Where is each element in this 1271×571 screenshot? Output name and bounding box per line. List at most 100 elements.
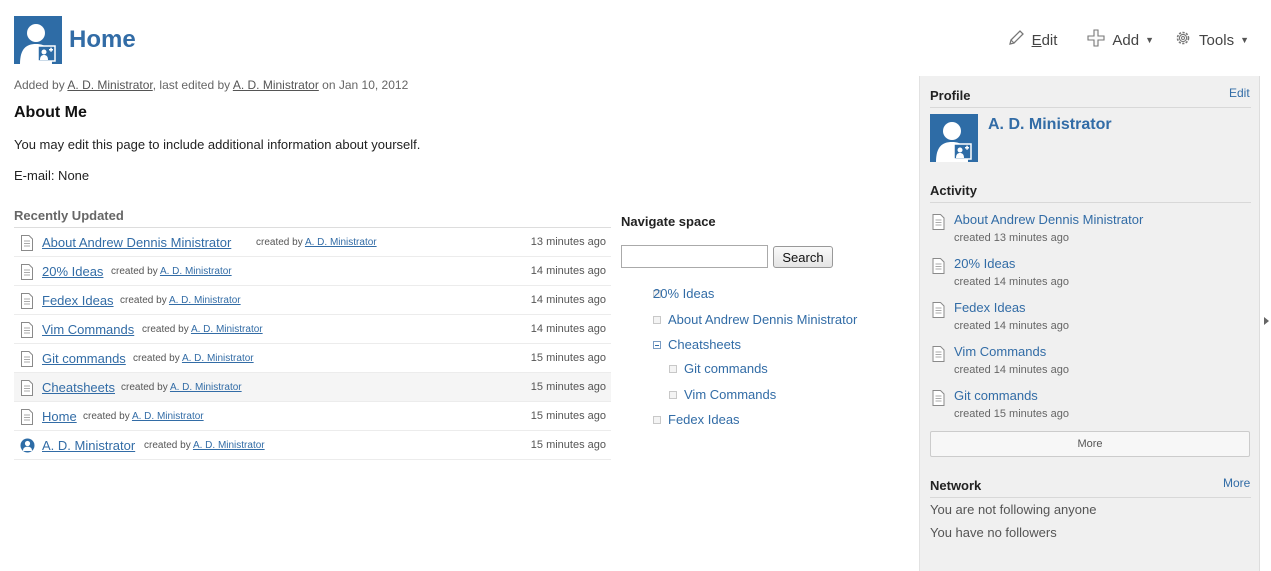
recently-updated-time: 13 minutes ago bbox=[530, 236, 606, 248]
tree-item-link[interactable]: 20% Ideas bbox=[653, 286, 714, 301]
recently-updated-creator: created by A. D. Ministrator bbox=[142, 324, 263, 335]
activity-title-link[interactable]: 20% Ideas bbox=[954, 256, 1015, 271]
recently-updated-row: Vim Commands created by A. D. Ministrator… bbox=[14, 315, 611, 344]
recently-updated-row: A. D. Ministrator created by A. D. Minist… bbox=[14, 431, 611, 460]
tree-item-link[interactable]: Git commands bbox=[684, 361, 768, 376]
recently-updated-title-link[interactable]: 20% Ideas bbox=[42, 264, 103, 279]
page-icon bbox=[20, 351, 34, 367]
recently-updated-heading: Recently Updated bbox=[14, 208, 611, 228]
created-by-label: created by bbox=[256, 236, 303, 248]
activity-title-link[interactable]: About Andrew Dennis Ministrator bbox=[954, 212, 1143, 227]
navigate-search-button[interactable]: Search bbox=[773, 246, 833, 268]
recently-updated-creator: created by A. D. Ministrator bbox=[83, 411, 204, 422]
plus-icon bbox=[1087, 29, 1105, 51]
byline-edited-prefix: , last edited by bbox=[152, 78, 233, 92]
recently-updated-creator: created by A. D. Ministrator bbox=[144, 440, 265, 451]
profile-sidebar: Profile Edit A. D. Ministrator Activity … bbox=[919, 76, 1259, 571]
creator-link[interactable]: A. D. Ministrator bbox=[305, 237, 377, 248]
creator-link[interactable]: A. D. Ministrator bbox=[169, 295, 241, 306]
page-byline: Added by A. D. Ministrator, last edited … bbox=[14, 78, 408, 92]
activity-meta: created 14 minutes ago bbox=[954, 276, 1069, 288]
recently-updated-title-link[interactable]: A. D. Ministrator bbox=[42, 438, 135, 453]
activity-title-link[interactable]: Vim Commands bbox=[954, 344, 1046, 359]
tree-item-link[interactable]: Vim Commands bbox=[684, 387, 776, 402]
tree-node-icon bbox=[653, 316, 661, 324]
user-avatar-icon[interactable] bbox=[14, 16, 62, 64]
recently-updated-title-link[interactable]: Fedex Ideas bbox=[42, 293, 114, 308]
navigate-space-panel: Navigate space Search 20% Ideas About And… bbox=[621, 214, 901, 427]
add-button[interactable]: Add ▼ bbox=[1087, 28, 1154, 52]
navigate-search-input[interactable] bbox=[621, 245, 768, 268]
page-icon bbox=[20, 235, 34, 251]
chevron-down-icon: ▼ bbox=[1145, 35, 1155, 45]
profile-edit-link[interactable]: Edit bbox=[1229, 86, 1250, 100]
network-heading-label: Network bbox=[930, 478, 982, 493]
page-icon bbox=[20, 293, 34, 309]
tree-item-link[interactable]: Cheatsheets bbox=[668, 337, 741, 352]
byline-editor-link[interactable]: A. D. Ministrator bbox=[233, 78, 319, 92]
pencil-icon bbox=[1007, 29, 1025, 51]
edit-button[interactable]: Edit bbox=[1007, 28, 1058, 52]
activity-meta: created 15 minutes ago bbox=[954, 408, 1069, 420]
created-by-label: created by bbox=[120, 294, 167, 306]
creator-link[interactable]: A. D. Ministrator bbox=[193, 440, 265, 451]
creator-link[interactable]: A. D. Ministrator bbox=[132, 411, 204, 422]
activity-item: About Andrew Dennis Ministrator created 1… bbox=[930, 212, 1251, 256]
activity-item: Fedex Ideas created 14 minutes ago bbox=[930, 300, 1251, 344]
byline-added-prefix: Added by bbox=[14, 78, 68, 92]
recently-updated-time: 14 minutes ago bbox=[530, 294, 606, 306]
about-me-heading: About Me bbox=[14, 104, 87, 121]
recently-updated-time: 15 minutes ago bbox=[530, 352, 606, 364]
chevron-down-icon: ▼ bbox=[1240, 35, 1249, 45]
email-line: E-mail: None bbox=[14, 168, 90, 183]
tree-node-icon bbox=[669, 365, 677, 373]
navigate-space-heading: Navigate space bbox=[621, 214, 716, 229]
collapse-toggle-icon[interactable] bbox=[653, 341, 661, 349]
page-icon bbox=[932, 346, 945, 362]
tree-item-link[interactable]: About Andrew Dennis Ministrator bbox=[668, 312, 857, 327]
recently-updated-time: 15 minutes ago bbox=[530, 439, 606, 451]
activity-item: Git commands created 15 minutes ago bbox=[930, 388, 1251, 432]
recently-updated-row: About Andrew Dennis Ministrator created b… bbox=[14, 228, 611, 257]
profile-name-link[interactable]: A. D. Ministrator bbox=[988, 116, 1112, 134]
recently-updated-row: Fedex Ideas created by A. D. Ministrator 1… bbox=[14, 286, 611, 315]
following-status: You are not following anyone bbox=[930, 502, 1097, 517]
byline-creator-link[interactable]: A. D. Ministrator bbox=[67, 78, 152, 92]
followers-status: You have no followers bbox=[930, 525, 1057, 540]
recently-updated-row: Git commands created by A. D. Ministrator… bbox=[14, 344, 611, 373]
recently-updated-title-link[interactable]: Home bbox=[42, 409, 77, 424]
recently-updated-title-link[interactable]: Git commands bbox=[42, 351, 126, 366]
about-me-text: You may edit this page to include additi… bbox=[14, 137, 421, 152]
created-by-label: created by bbox=[111, 265, 158, 277]
creator-link[interactable]: A. D. Ministrator bbox=[191, 324, 263, 335]
activity-title-link[interactable]: Git commands bbox=[954, 388, 1038, 403]
recently-updated-title-link[interactable]: Cheatsheets bbox=[42, 380, 115, 395]
sidebar-collapse-handle[interactable] bbox=[1259, 76, 1271, 571]
edit-button-label: Edit bbox=[1031, 31, 1058, 49]
recently-updated-title-link[interactable]: Vim Commands bbox=[42, 322, 134, 337]
recently-updated-time: 15 minutes ago bbox=[530, 410, 606, 422]
activity-title-link[interactable]: Fedex Ideas bbox=[954, 300, 1026, 315]
tools-button[interactable]: Tools ▼ bbox=[1174, 28, 1249, 52]
tree-item-link[interactable]: Fedex Ideas bbox=[668, 412, 740, 427]
activity-heading: Activity bbox=[930, 183, 1251, 203]
recently-updated-creator: created by A. D. Ministrator bbox=[121, 382, 242, 393]
network-more-link[interactable]: More bbox=[1223, 476, 1250, 490]
page-icon bbox=[932, 258, 945, 274]
page-icon bbox=[20, 322, 34, 338]
activity-more-button[interactable]: More bbox=[930, 431, 1250, 457]
page-icon bbox=[932, 214, 945, 230]
creator-link[interactable]: A. D. Ministrator bbox=[160, 266, 232, 277]
page-icon bbox=[20, 264, 34, 280]
creator-link[interactable]: A. D. Ministrator bbox=[170, 382, 242, 393]
recently-updated-row: 20% Ideas created by A. D. Ministrator 14 … bbox=[14, 257, 611, 286]
activity-meta: created 14 minutes ago bbox=[954, 364, 1069, 376]
recently-updated-title-link[interactable]: About Andrew Dennis Ministrator bbox=[42, 235, 231, 250]
created-by-label: created by bbox=[133, 352, 180, 364]
page-toolbar: Edit Add ▼ Tools ▼ bbox=[1007, 28, 1249, 52]
profile-avatar-icon[interactable] bbox=[930, 114, 978, 162]
creator-link[interactable]: A. D. Ministrator bbox=[182, 353, 254, 364]
profile-heading-label: Profile bbox=[930, 88, 971, 103]
tools-button-label: Tools bbox=[1199, 31, 1235, 49]
page-icon bbox=[20, 409, 34, 425]
